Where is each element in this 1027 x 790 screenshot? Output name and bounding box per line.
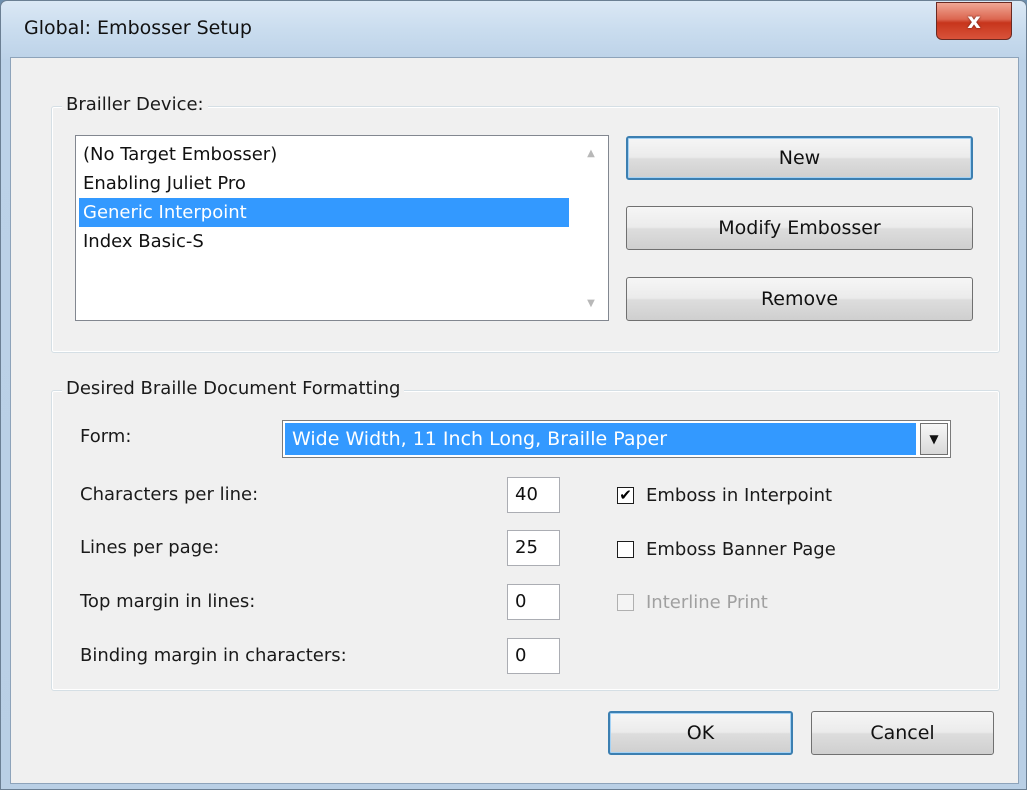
new-button-label: New (778, 147, 821, 169)
check-icon: ✔ (619, 486, 632, 504)
top-margin-input[interactable]: 0 (507, 584, 560, 620)
remove-button[interactable]: Remove (626, 277, 973, 321)
list-item-label: Generic Interpoint (83, 202, 247, 223)
remove-button-label: Remove (760, 288, 839, 310)
list-item-label: Index Basic-S (83, 231, 204, 252)
dialog-client-area: Brailler Device: (No Target Embosser) En… (10, 57, 1019, 784)
chevron-down-icon: ▼ (929, 432, 939, 446)
formatting-legend: Desired Braille Document Formatting (62, 378, 405, 399)
emboss-banner-option[interactable]: Emboss Banner Page (617, 539, 836, 560)
form-dropdown[interactable]: Wide Width, 11 Inch Long, Braille Paper … (282, 420, 951, 458)
ok-button-label: OK (686, 722, 715, 744)
list-item-index-basic-s[interactable]: Index Basic-S (79, 227, 569, 256)
emboss-interpoint-option[interactable]: ✔ Emboss in Interpoint (617, 485, 832, 506)
lines-per-page-input[interactable]: 25 (507, 530, 560, 566)
new-button[interactable]: New (626, 136, 973, 180)
emboss-banner-checkbox[interactable] (617, 541, 634, 558)
modify-embosser-button[interactable]: Modify Embosser (626, 206, 973, 250)
scroll-down-icon[interactable]: ▼ (575, 289, 607, 317)
top-margin-label: Top margin in lines: (80, 591, 256, 612)
characters-per-line-label: Characters per line: (80, 484, 259, 505)
listbox-scrollbar[interactable]: ▲ ▼ (575, 137, 607, 319)
list-item-enabling-juliet-pro[interactable]: Enabling Juliet Pro (79, 169, 569, 198)
dropdown-arrow-icon[interactable]: ▼ (920, 423, 948, 455)
interline-print-checkbox (617, 594, 634, 611)
form-dropdown-value: Wide Width, 11 Inch Long, Braille Paper (285, 423, 916, 455)
window-title: Global: Embosser Setup (24, 17, 252, 39)
dialog-window: Global: Embosser Setup x Brailler Device… (0, 0, 1027, 790)
binding-margin-label: Binding margin in characters: (80, 645, 347, 666)
cancel-button-label: Cancel (870, 722, 935, 744)
form-label: Form: (80, 426, 132, 447)
lines-per-page-label: Lines per page: (80, 537, 220, 558)
emboss-interpoint-label[interactable]: Emboss in Interpoint (646, 485, 832, 506)
emboss-interpoint-checkbox[interactable]: ✔ (617, 487, 634, 504)
close-button[interactable]: x (936, 2, 1012, 40)
emboss-banner-label[interactable]: Emboss Banner Page (646, 539, 836, 560)
close-icon: x (967, 9, 981, 33)
ok-button[interactable]: OK (608, 711, 793, 755)
title-bar[interactable]: Global: Embosser Setup x (1, 1, 1026, 57)
list-item-label: (No Target Embosser) (83, 144, 278, 165)
embosser-listbox[interactable]: (No Target Embosser) Enabling Juliet Pro… (75, 135, 609, 321)
binding-margin-input[interactable]: 0 (507, 638, 560, 674)
cancel-button[interactable]: Cancel (811, 711, 994, 755)
list-item-generic-interpoint[interactable]: Generic Interpoint (79, 198, 569, 227)
brailler-device-legend: Brailler Device: (62, 94, 208, 115)
list-item-no-target-embosser[interactable]: (No Target Embosser) (79, 140, 569, 169)
interline-print-label: Interline Print (646, 592, 768, 613)
interline-print-option: Interline Print (617, 592, 768, 613)
characters-per-line-input[interactable]: 40 (507, 477, 560, 513)
list-item-label: Enabling Juliet Pro (83, 173, 246, 194)
brailler-device-group: Brailler Device: (No Target Embosser) En… (51, 94, 1000, 353)
scroll-up-icon[interactable]: ▲ (575, 139, 607, 167)
modify-embosser-button-label: Modify Embosser (718, 217, 881, 239)
